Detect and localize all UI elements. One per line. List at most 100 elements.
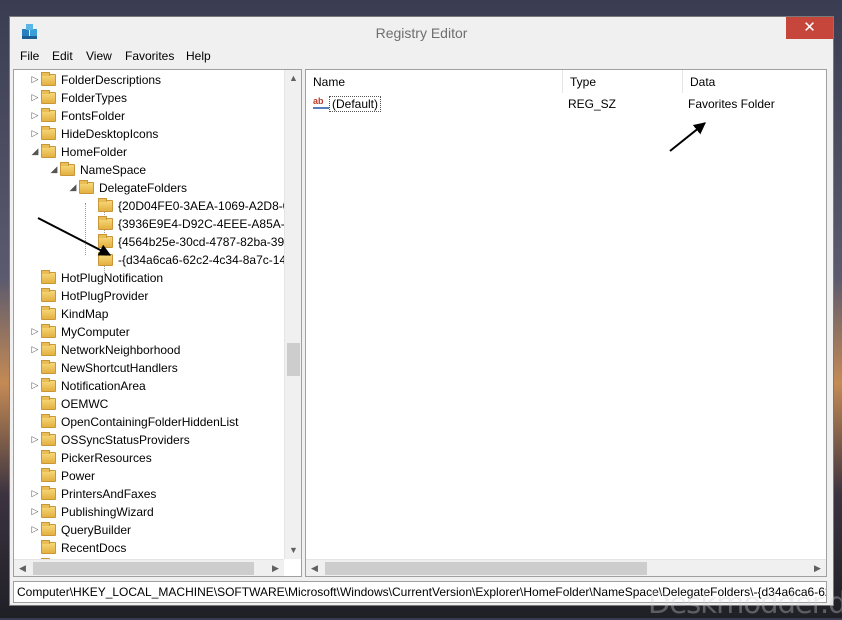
folder-icon: [98, 198, 113, 212]
tree-item[interactable]: -{d34a6ca6-62c2-4c34-8a7c-14: [14, 251, 284, 269]
tree-item[interactable]: {4564b25e-30cd-4787-82ba-39: [14, 233, 284, 251]
menu-help[interactable]: Help: [186, 49, 211, 63]
expand-arrow-icon[interactable]: ▷: [31, 74, 39, 85]
expand-arrow-icon[interactable]: ▷: [31, 128, 39, 139]
tree-item-label: {3936E9E4-D92C-4EEE-A85A-B: [118, 217, 284, 231]
title-bar[interactable]: Registry Editor ✕: [10, 17, 833, 47]
folder-icon: [41, 486, 56, 500]
tree-item[interactable]: NewShortcutHandlers: [14, 359, 284, 377]
tree-item[interactable]: HotPlugNotification: [14, 269, 284, 287]
values-horizontal-scrollbar[interactable]: ◀ ▶: [306, 559, 826, 576]
tree-item-label: HotPlugProvider: [61, 289, 149, 303]
tree-item[interactable]: ◢ HomeFolder: [14, 143, 284, 161]
tree-item-label: PrintersAndFaxes: [61, 487, 157, 501]
tree-hscroll-thumb[interactable]: [33, 562, 254, 575]
values-pane[interactable]: Name Type Data ab (Default) REG_SZ Favor…: [305, 69, 827, 577]
menu-file[interactable]: File: [20, 49, 39, 63]
tree-item[interactable]: ◢ NameSpace: [14, 161, 284, 179]
tree-item[interactable]: ▷ NotificationArea: [14, 377, 284, 395]
tree-item[interactable]: RecentDocs: [14, 539, 284, 557]
tree-item[interactable]: ▷ MyComputer: [14, 323, 284, 341]
tree-item[interactable]: ▷ FolderDescriptions: [14, 71, 284, 89]
tree-item-label: PublishingWizard: [61, 505, 154, 519]
tree-item-label: HotPlugNotification: [61, 271, 164, 285]
scroll-down-arrow[interactable]: ▼: [285, 542, 302, 559]
collapse-arrow-icon[interactable]: ◢: [31, 146, 39, 157]
window-title: Registry Editor: [375, 25, 468, 41]
tree-item-label: DelegateFolders: [99, 181, 188, 195]
tree-item-label: -{d34a6ca6-62c2-4c34-8a7c-14: [118, 253, 284, 267]
column-header-data[interactable]: Data: [683, 70, 826, 93]
tree-item[interactable]: ◢ DelegateFolders: [14, 179, 284, 197]
tree-item-label: OEMWC: [61, 397, 109, 411]
folder-icon: [41, 360, 56, 374]
close-button[interactable]: ✕: [786, 17, 833, 39]
expand-arrow-icon[interactable]: ▷: [31, 344, 39, 355]
tree-item[interactable]: ▷ PrintersAndFaxes: [14, 485, 284, 503]
tree-item[interactable]: {3936E9E4-D92C-4EEE-A85A-B: [14, 215, 284, 233]
tree-item-label: KindMap: [61, 307, 109, 321]
key-tree-pane[interactable]: ▷ FolderDescriptions ▷ FolderTypes ▷ FontsFol…: [13, 69, 302, 577]
value-name[interactable]: (Default): [329, 96, 382, 112]
folder-icon: [41, 288, 56, 302]
column-header-type[interactable]: Type: [563, 70, 683, 93]
tree-item-label: FolderDescriptions: [61, 73, 162, 87]
expand-arrow-icon[interactable]: ▷: [31, 506, 39, 517]
collapse-arrow-icon[interactable]: ◢: [50, 164, 58, 175]
expand-arrow-icon[interactable]: ▷: [31, 524, 39, 535]
tree-item-label: MyComputer: [61, 325, 130, 339]
folder-icon: [41, 378, 56, 392]
tree-item[interactable]: ▷ NetworkNeighborhood: [14, 341, 284, 359]
tree-item-label: OpenContainingFolderHiddenList: [61, 415, 239, 429]
tree-item-label: NetworkNeighborhood: [61, 343, 181, 357]
values-hscroll-thumb[interactable]: [325, 562, 647, 575]
folder-icon: [98, 216, 113, 230]
tree-item[interactable]: OpenContainingFolderHiddenList: [14, 413, 284, 431]
folder-icon: [41, 144, 56, 158]
menu-favorites[interactable]: Favorites: [125, 49, 174, 63]
tree-item[interactable]: ▷ FontsFolder: [14, 107, 284, 125]
expand-arrow-icon[interactable]: ▷: [31, 488, 39, 499]
expand-arrow-icon[interactable]: ▷: [31, 434, 39, 445]
tree-item[interactable]: {20D04FE0-3AEA-1069-A2D8-0: [14, 197, 284, 215]
scroll-left-arrow[interactable]: ◀: [14, 560, 31, 577]
tree-item[interactable]: ▷ OSSyncStatusProviders: [14, 431, 284, 449]
tree-item[interactable]: OEMWC: [14, 395, 284, 413]
tree-item-label: {4564b25e-30cd-4787-82ba-39: [118, 235, 284, 249]
expand-arrow-icon[interactable]: ▷: [31, 92, 39, 103]
value-row[interactable]: ab (Default) REG_SZ Favorites Folder: [306, 94, 826, 113]
tree-horizontal-scrollbar[interactable]: ◀ ▶: [14, 559, 284, 576]
tree-item[interactable]: HotPlugProvider: [14, 287, 284, 305]
registry-editor-window: Registry Editor ✕ File Edit View Favorit…: [9, 16, 834, 606]
folder-icon: [41, 342, 56, 356]
value-data: Favorites Folder: [688, 97, 775, 111]
tree-item-label: HomeFolder: [61, 145, 128, 159]
expand-arrow-icon[interactable]: ▷: [31, 110, 39, 121]
collapse-arrow-icon[interactable]: ◢: [69, 182, 77, 193]
scroll-up-arrow[interactable]: ▲: [285, 70, 302, 87]
folder-icon: [60, 162, 75, 176]
scroll-left-arrow[interactable]: ◀: [306, 560, 323, 577]
tree-item-label: Power: [61, 469, 96, 483]
tree-item[interactable]: ▷ QueryBuilder: [14, 521, 284, 539]
tree-item-label: NameSpace: [80, 163, 147, 177]
scroll-right-arrow[interactable]: ▶: [809, 560, 826, 577]
expand-arrow-icon[interactable]: ▷: [31, 380, 39, 391]
tree-item-label: RecentDocs: [61, 541, 127, 555]
column-header-name[interactable]: Name: [306, 70, 563, 93]
expand-arrow-icon[interactable]: ▷: [31, 326, 39, 337]
tree-item[interactable]: ▷ PublishingWizard: [14, 503, 284, 521]
tree-item-label: OSSyncStatusProviders: [61, 433, 190, 447]
scroll-right-arrow[interactable]: ▶: [267, 560, 284, 577]
tree-item[interactable]: PickerResources: [14, 449, 284, 467]
tree-scroll-thumb[interactable]: [287, 343, 300, 376]
tree-item[interactable]: ▷ HideDesktopIcons: [14, 125, 284, 143]
tree-item[interactable]: ▷ FolderTypes: [14, 89, 284, 107]
tree-item[interactable]: Power: [14, 467, 284, 485]
tree-item[interactable]: KindMap: [14, 305, 284, 323]
menu-view[interactable]: View: [86, 49, 112, 63]
folder-icon: [41, 108, 56, 122]
folder-icon: [41, 270, 56, 284]
menu-edit[interactable]: Edit: [52, 49, 73, 63]
tree-vertical-scrollbar[interactable]: ▲ ▼: [284, 70, 301, 559]
